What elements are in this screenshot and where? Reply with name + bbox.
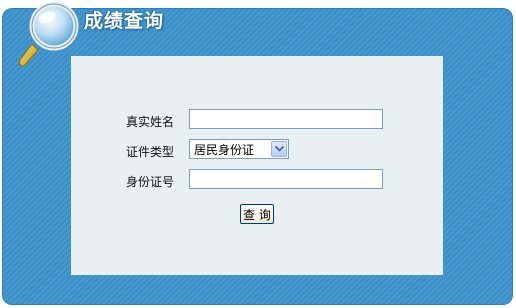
real-name-input[interactable]	[189, 109, 383, 129]
id-type-label: 证件类型	[126, 145, 175, 159]
id-type-select[interactable]: 居民身份证	[189, 139, 289, 159]
id-type-selected-value: 居民身份证	[194, 142, 255, 157]
id-number-label: 身份证号	[126, 175, 175, 189]
name-label: 真实姓名	[126, 115, 175, 129]
query-button[interactable]: 查 询	[240, 204, 274, 224]
id-number-input[interactable]	[189, 169, 383, 189]
query-form-panel: 真实姓名 证件类型 居民身份证 身份证号 查 询	[71, 56, 443, 275]
page-title: 成绩查询	[84, 10, 165, 32]
chevron-down-icon[interactable]	[271, 141, 287, 157]
